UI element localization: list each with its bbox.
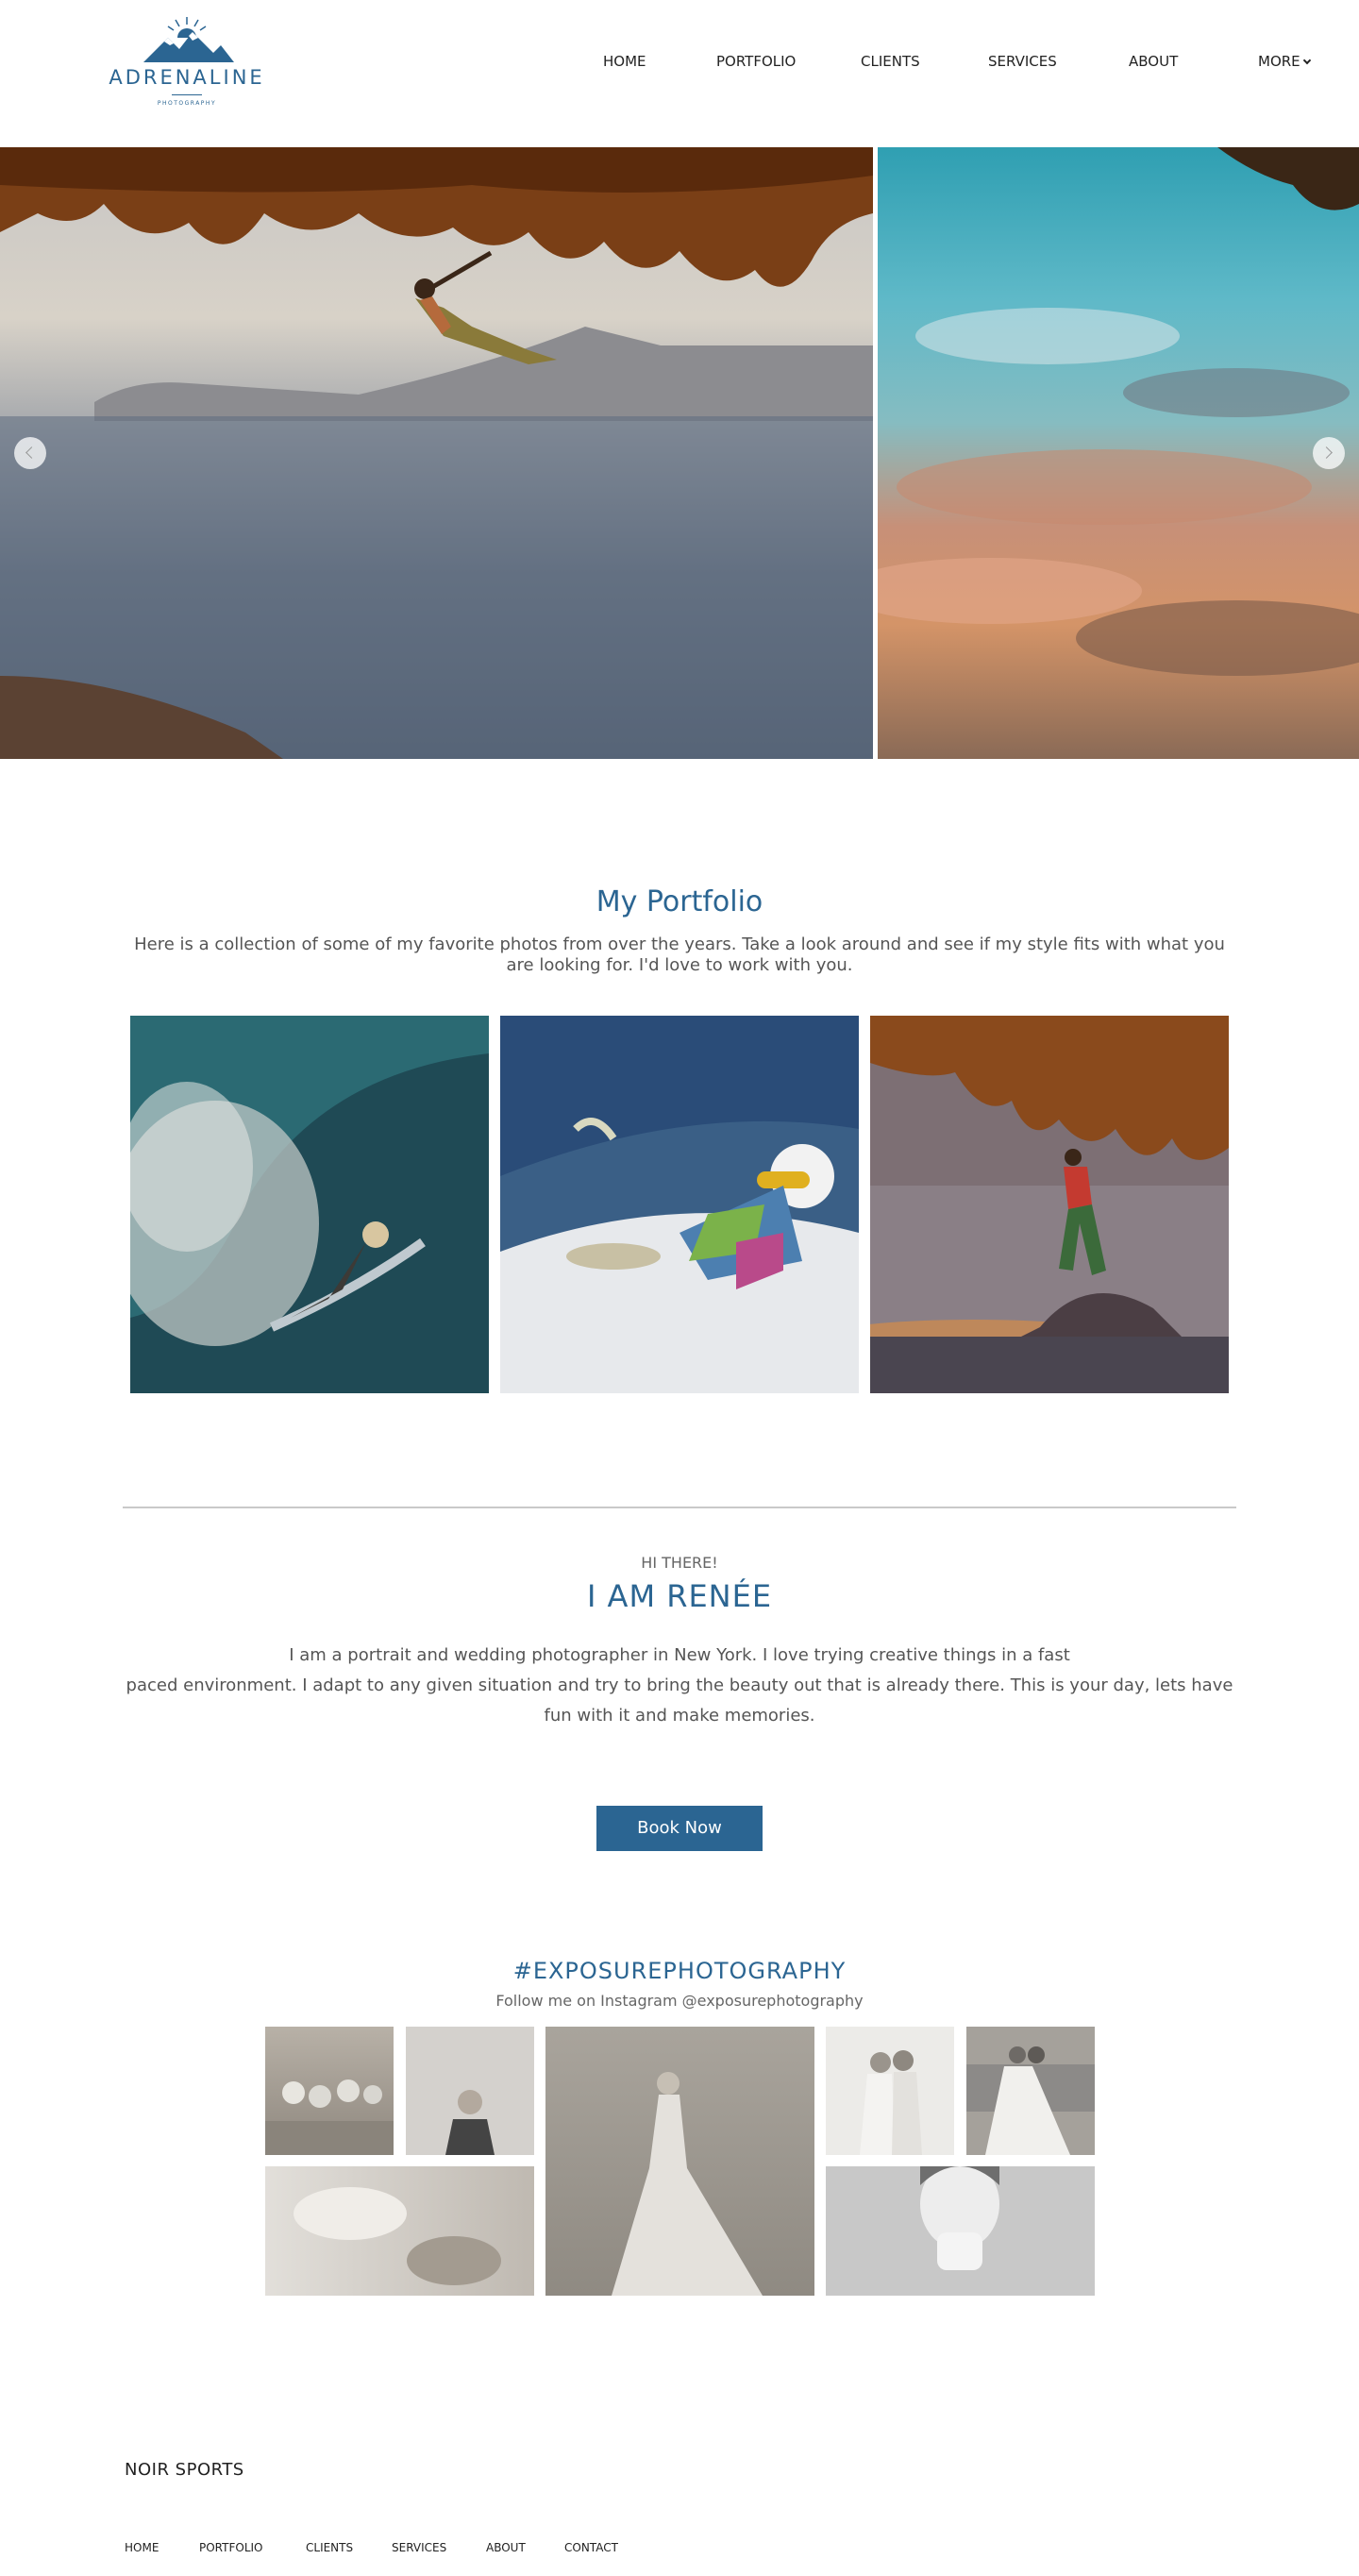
surfer-photo	[130, 1016, 489, 1393]
chevron-left-icon	[25, 446, 38, 459]
couple-window-photo	[860, 2050, 922, 2155]
instagram-photo-flowers[interactable]	[265, 2027, 394, 2155]
nav-portfolio[interactable]: PORTFOLIO	[716, 53, 796, 70]
main-nav: HOME PORTFOLIO CLIENTS SERVICES ABOUT MO…	[0, 53, 1359, 76]
nav-more[interactable]: MORE	[1258, 53, 1311, 70]
footer-link-about[interactable]: ABOUT	[486, 2541, 526, 2554]
footer-link-contact[interactable]: CONTACT	[564, 2541, 618, 2554]
nav-more-label: MORE	[1258, 53, 1300, 70]
about-title: I AM RENÉE	[586, 1578, 773, 1614]
about-line-1: I am a portrait and wedding photographer…	[289, 1645, 1070, 1665]
couple-sea-photo	[966, 2046, 1095, 2155]
footer-link-clients[interactable]: CLIENTS	[306, 2541, 353, 2554]
instagram-photo-bride-dress[interactable]	[545, 2027, 814, 2296]
footer-link-services[interactable]: SERVICES	[392, 2541, 446, 2554]
footer-link-portfolio[interactable]: PORTFOLIO	[199, 2541, 263, 2554]
portfolio-tile-climber[interactable]	[870, 1016, 1229, 1393]
site-header: ADRENALINE PHOTOGRAPHY HOME PORTFOLIO CL…	[0, 0, 1359, 147]
nav-home[interactable]: HOME	[603, 53, 646, 70]
hero-slide-climber	[0, 147, 873, 759]
footer-link-home[interactable]: HOME	[125, 2541, 159, 2554]
about-text: I am a portrait and wedding photographer…	[123, 1641, 1236, 1731]
hands-photo	[294, 2187, 501, 2285]
kitesurfer-photo	[500, 1016, 859, 1393]
logo-tagline: PHOTOGRAPHY	[157, 100, 217, 107]
portfolio-title: My Portfolio	[596, 885, 763, 918]
section-divider	[123, 1507, 1236, 1508]
hero-slider	[0, 147, 1359, 759]
nav-about[interactable]: ABOUT	[1129, 53, 1178, 70]
sky-photo	[878, 147, 1359, 676]
groom-photo	[445, 2090, 495, 2155]
portfolio-tile-kitesurfer[interactable]	[500, 1016, 859, 1393]
hero-slide-sky	[878, 147, 1359, 759]
bride-dress-photo	[612, 2072, 763, 2296]
portrait-photo	[920, 2166, 999, 2270]
instagram-photo-hands[interactable]	[265, 2166, 534, 2296]
footer-brand: NOIR SPORTS	[125, 2460, 244, 2480]
chevron-down-icon	[1302, 56, 1311, 65]
flowers-photo	[265, 2079, 394, 2155]
nav-clients[interactable]: CLIENTS	[861, 53, 920, 70]
portfolio-intro: Here is a collection of some of my favor…	[134, 934, 1225, 975]
book-now-button[interactable]: Book Now	[596, 1806, 763, 1851]
instagram-photo-couple-window[interactable]	[826, 2027, 954, 2155]
chevron-right-icon	[1320, 446, 1333, 459]
instagram-photo-portrait[interactable]	[826, 2166, 1095, 2296]
climber-photo	[0, 147, 873, 759]
instagram-title: #EXPOSUREPHOTOGRAPHY	[512, 1958, 847, 1984]
instagram-photo-couple-sea[interactable]	[966, 2027, 1095, 2155]
about-line-3: fun with it and make memories.	[544, 1706, 815, 1726]
portfolio-tile-surfer[interactable]	[130, 1016, 489, 1393]
about-greeting: HI THERE!	[641, 1554, 718, 1572]
nav-services[interactable]: SERVICES	[988, 53, 1057, 70]
instagram-subtitle: Follow me on Instagram @exposurephotogra…	[495, 1992, 864, 2010]
climber-overhang-photo	[870, 1016, 1229, 1393]
logo-rule	[172, 94, 202, 95]
about-line-2: paced environment. I adapt to any given …	[126, 1675, 1233, 1695]
slider-next-button[interactable]	[1313, 437, 1345, 469]
instagram-photo-groom[interactable]	[406, 2027, 534, 2155]
slider-prev-button[interactable]	[14, 437, 46, 469]
